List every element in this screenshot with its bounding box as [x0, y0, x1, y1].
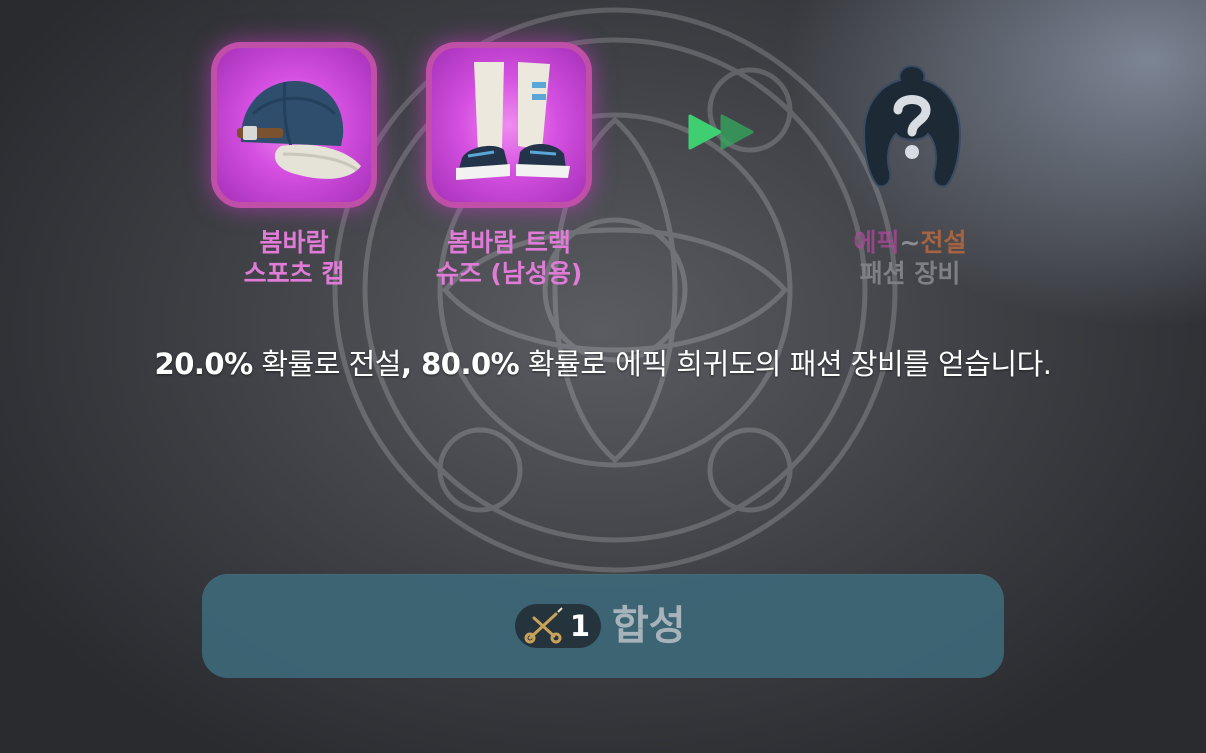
probability-description: 20.0% 확률로 전설, 80.0% 확률로 에픽 희귀도의 패션 장비를 얻… — [0, 341, 1206, 383]
material-name-cap: 봄바람 스포츠 캡 — [243, 228, 345, 288]
result-rarity-epic: 에픽 — [853, 228, 900, 257]
craft-button[interactable] — [202, 574, 1004, 678]
result-rarity-separator: ~ — [899, 228, 921, 257]
cap-icon — [237, 81, 361, 179]
mystery-fashion-icon — [862, 64, 962, 188]
scissors-icon — [524, 607, 563, 644]
material-slot-cap[interactable] — [211, 42, 377, 208]
result-label: 에픽~전설 패션 장비 — [790, 227, 1030, 289]
epic-probability: 80.0% — [421, 347, 520, 381]
material-name-shoes: 봄바람 트랙 슈즈 (남성용) — [435, 228, 583, 288]
result-type: 패션 장비 — [859, 259, 961, 288]
legend-probability-text: 확률로 전설 — [252, 347, 401, 381]
background-emblem — [332, 7, 898, 573]
craft-button-label: 합성 — [612, 603, 686, 649]
sneakers-icon — [456, 62, 570, 180]
cost-amount: 1 — [569, 609, 591, 643]
material-slot-shoes[interactable] — [426, 42, 592, 208]
description-comma: , — [400, 347, 422, 381]
legend-probability: 20.0% — [154, 347, 254, 381]
epic-probability-text: 확률로 에픽 희귀도의 패션 장비를 얻습니다. — [519, 347, 1052, 381]
result-rarity-legend: 전설 — [920, 228, 967, 257]
fast-forward-arrows-icon — [688, 114, 754, 150]
